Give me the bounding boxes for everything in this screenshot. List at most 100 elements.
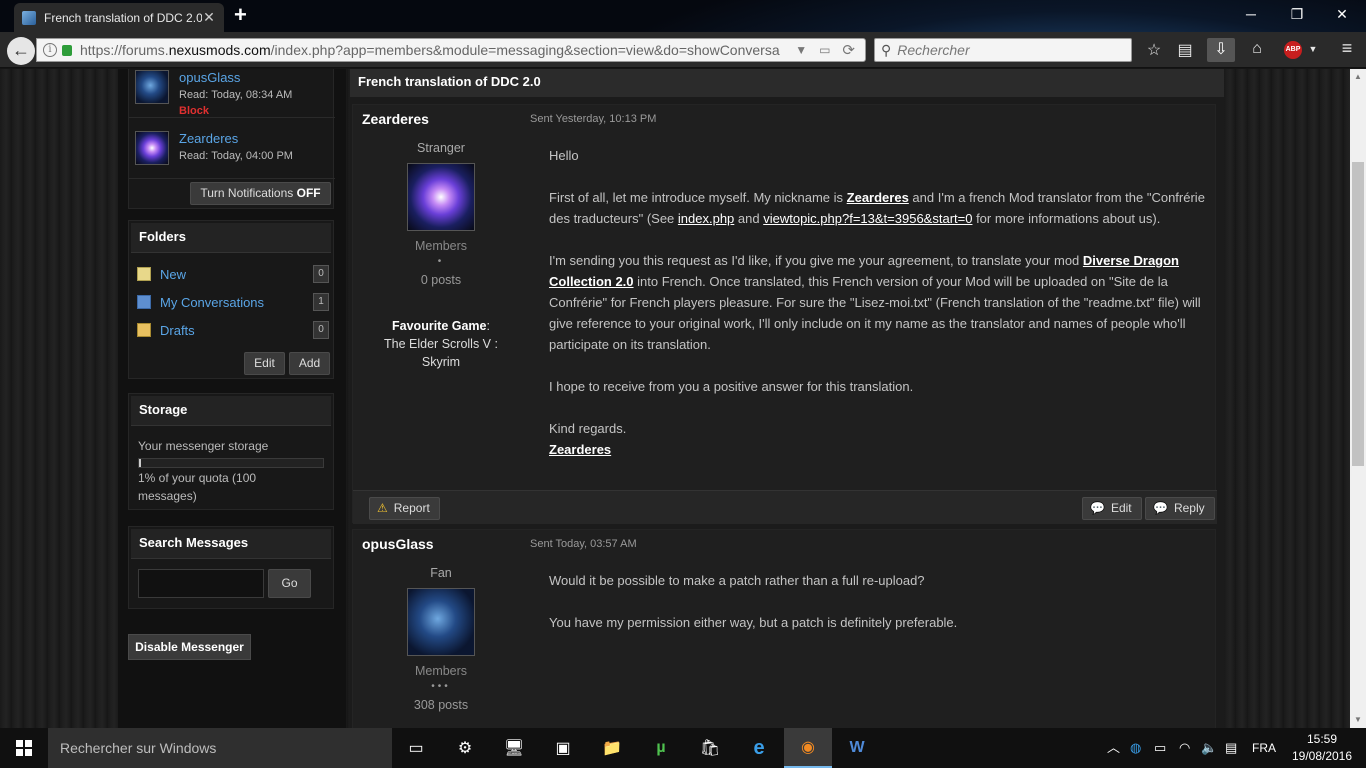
scroll-up-icon[interactable]: ▲ xyxy=(1350,69,1366,85)
reply-bubble-icon: 💬 xyxy=(1153,501,1168,515)
page-scrollbar[interactable]: ▲ ▼ xyxy=(1350,69,1366,728)
storage-widget: Storage Your messenger storage 1% of you… xyxy=(128,393,334,510)
folder-count: 1 xyxy=(313,293,329,311)
report-button[interactable]: ⚠ Report xyxy=(369,497,440,520)
reload-icon[interactable]: ⟳ xyxy=(842,41,855,59)
turn-notifications-off-button[interactable]: Turn Notifications OFF xyxy=(190,182,331,205)
wifi-icon[interactable]: ◠ xyxy=(1179,728,1190,768)
edge-browser-icon[interactable]: e xyxy=(735,728,783,768)
message-paragraph: You have my permission either way, but a… xyxy=(549,615,958,630)
storage-quota-text: 1% of your quota (100 messages) xyxy=(138,471,257,503)
bookmark-star-icon[interactable]: ☆ xyxy=(1143,40,1165,60)
bookmarks-menu-icon[interactable]: ▤ xyxy=(1174,40,1196,60)
author-info: Stranger Members • 0 posts Favourite Gam… xyxy=(353,133,529,371)
new-folder-icon xyxy=(137,267,151,281)
nexus-favicon-icon xyxy=(22,10,36,25)
author-post-count: 308 posts xyxy=(413,698,469,712)
messenger-sidebar: opusGlass Read: Today, 08:34 AM Block Ze… xyxy=(118,69,346,728)
reader-view-icon[interactable]: ▭ xyxy=(819,43,830,57)
message-author[interactable]: Zearderes xyxy=(353,111,530,127)
home-icon[interactable]: ⌂ xyxy=(1246,40,1268,58)
task-view-icon[interactable]: ▭ xyxy=(392,728,440,768)
author-group: Members xyxy=(414,239,468,253)
remote-desktop-icon[interactable]: 🖥 xyxy=(490,728,538,768)
taskbar-search-box[interactable]: Rechercher sur Windows xyxy=(48,728,392,768)
block-link[interactable]: Block xyxy=(179,105,292,117)
author-rank-pips: • xyxy=(437,256,445,267)
storage-label: Your messenger storage xyxy=(138,439,269,453)
dropdown-arrow-icon[interactable]: ▼ xyxy=(795,43,807,57)
author-rank: Fan xyxy=(430,566,452,580)
index-link[interactable]: index.php xyxy=(678,211,734,226)
battery-icon[interactable]: ▭ xyxy=(1154,728,1166,768)
reply-button[interactable]: 💬 Reply xyxy=(1145,497,1215,520)
disable-messenger-button[interactable]: Disable Messenger xyxy=(128,634,251,660)
folder-drafts[interactable]: Drafts 0 xyxy=(137,320,329,340)
envelope-icon xyxy=(137,295,151,309)
folder-count: 0 xyxy=(313,265,329,283)
url-text[interactable]: https://forums.nexusmods.com/index.php?a… xyxy=(80,42,789,58)
scrollbar-thumb[interactable] xyxy=(1352,162,1364,466)
message-sent-time: Sent Yesterday, 10:13 PM xyxy=(530,113,657,125)
viewtopic-link[interactable]: viewtopic.php?f=13&t=3956&start=0 xyxy=(763,211,972,226)
firefox-icon[interactable]: ◉ xyxy=(784,728,832,768)
browser-navigation-bar: ← i https://forums.nexusmods.com/index.p… xyxy=(0,32,1366,68)
participant-name[interactable]: Zearderes xyxy=(179,131,293,146)
message-author[interactable]: opusGlass xyxy=(353,536,530,552)
message-header: Zearderes Sent Yesterday, 10:13 PM xyxy=(353,105,1217,133)
start-button[interactable] xyxy=(0,728,48,768)
folder-label[interactable]: New xyxy=(160,267,313,282)
profile-link[interactable]: Zearderes xyxy=(847,190,909,205)
author-avatar[interactable] xyxy=(407,588,475,656)
close-window-icon[interactable]: ✕ xyxy=(1332,6,1352,23)
message-header: opusGlass Sent Today, 03:57 AM xyxy=(353,530,1217,558)
message-paragraph: I'm sending you this request as I'd like… xyxy=(549,253,1201,352)
utorrent-icon[interactable]: µ xyxy=(637,728,685,768)
minimize-icon[interactable]: ─ xyxy=(1241,6,1261,22)
folder-new[interactable]: New 0 xyxy=(137,264,329,284)
adblock-plus-icon[interactable]: ABP xyxy=(1284,41,1302,59)
edit-folders-button[interactable]: Edit xyxy=(244,352,285,375)
control-panel-icon[interactable]: ▣ xyxy=(539,728,587,768)
site-info-icon[interactable]: i xyxy=(43,43,57,57)
message-body: Hello First of all, let me introduce mys… xyxy=(549,145,1209,460)
folder-label[interactable]: Drafts xyxy=(160,323,313,338)
scroll-down-icon[interactable]: ▼ xyxy=(1350,712,1366,728)
tab-title: French translation of DDC 2.0 xyxy=(44,10,202,25)
avatar[interactable] xyxy=(135,131,169,165)
back-button[interactable]: ← xyxy=(7,37,35,65)
avatar[interactable] xyxy=(135,70,169,104)
adblock-dropdown-icon[interactable]: ▼ xyxy=(1302,44,1324,54)
store-icon[interactable]: 🛍 xyxy=(686,728,734,768)
author-avatar[interactable] xyxy=(407,163,475,231)
message-paragraph: First of all, let me introduce myself. M… xyxy=(549,190,1205,226)
add-folder-button[interactable]: Add xyxy=(289,352,330,375)
network-globe-icon[interactable]: ◍ xyxy=(1130,728,1141,768)
show-hidden-icons-icon[interactable]: ︿ xyxy=(1107,728,1120,768)
tab-close-icon[interactable]: ✕ xyxy=(202,9,216,26)
maximize-icon[interactable]: ❐ xyxy=(1287,6,1307,23)
hamburger-menu-icon[interactable]: ≡ xyxy=(1336,38,1358,59)
settings-gear-icon[interactable]: ⚙ xyxy=(441,728,489,768)
message-closing: Kind regards. xyxy=(549,421,627,436)
new-tab-button[interactable]: + xyxy=(234,4,247,26)
message-paragraph: Would it be possible to make a patch rat… xyxy=(549,573,925,588)
storage-quota-fill xyxy=(139,459,141,467)
downloads-icon[interactable]: ⇩ xyxy=(1207,38,1235,62)
participant-name[interactable]: opusGlass xyxy=(179,70,292,85)
input-language[interactable]: FRA xyxy=(1252,728,1276,768)
volume-icon[interactable]: 🔈 xyxy=(1201,728,1217,768)
search-go-button[interactable]: Go xyxy=(268,569,311,598)
folder-label[interactable]: My Conversations xyxy=(160,295,313,310)
search-messages-input[interactable] xyxy=(138,569,264,598)
folder-my-conversations[interactable]: My Conversations 1 xyxy=(137,292,329,312)
taskbar-clock[interactable]: 15:59 19/08/2016 xyxy=(1286,731,1358,765)
browser-tab[interactable]: French translation of DDC 2.0 ✕ xyxy=(14,3,224,32)
signature-link[interactable]: Zearderes xyxy=(549,442,611,457)
search-bar[interactable]: ⚲ Rechercher xyxy=(874,38,1132,62)
edit-message-button[interactable]: 💬 Edit xyxy=(1082,497,1142,520)
file-explorer-icon[interactable]: 📁 xyxy=(588,728,636,768)
address-bar[interactable]: i https://forums.nexusmods.com/index.php… xyxy=(36,38,866,62)
word-icon[interactable]: W xyxy=(833,728,881,768)
action-center-icon[interactable]: ▤ xyxy=(1225,728,1237,768)
